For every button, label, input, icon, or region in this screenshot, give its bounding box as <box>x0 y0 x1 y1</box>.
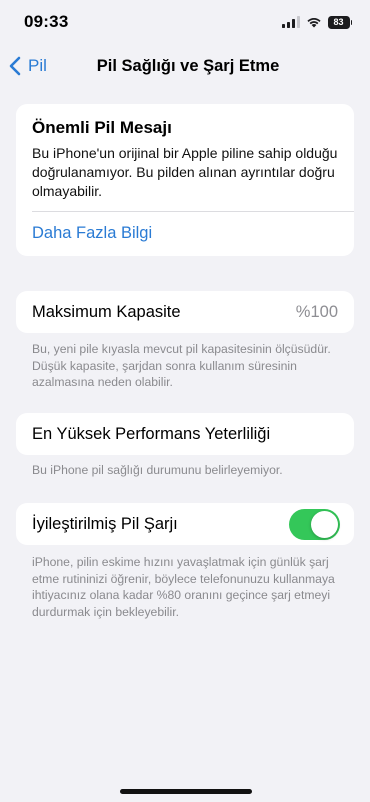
toggle-knob <box>311 510 338 538</box>
capacity-value: %100 <box>295 302 338 321</box>
optimized-charging-toggle[interactable] <box>289 508 340 540</box>
optimized-charging-footnote: iPhone, pilin eskime hızını yavaşlatmak … <box>32 555 335 619</box>
battery-message-card: Önemli Pil Mesajı Bu iPhone'un orijinal … <box>16 104 354 256</box>
wifi-icon <box>306 18 321 28</box>
maximum-capacity-row: Maksimum Kapasite %100 <box>16 291 354 333</box>
status-time: 09:33 <box>24 12 69 31</box>
optimized-charging-label: İyileştirilmiş Pil Şarjı <box>32 514 178 533</box>
performance-label: En Yüksek Performans Yeterliliği <box>32 424 271 443</box>
signal-icon <box>281 16 300 28</box>
message-body: Bu iPhone'un orijinal bir Apple piline s… <box>32 145 338 199</box>
chevron-left-icon <box>9 56 21 76</box>
page-title: Pil Sağlığı ve Şarj Etme <box>96 56 280 75</box>
battery-icon: 83 <box>327 15 352 29</box>
peak-performance-row: En Yüksek Performans Yeterliliği <box>16 413 354 455</box>
performance-footnote: Bu iPhone pil sağlığı durumunu belirleye… <box>32 463 283 477</box>
status-bar: 09:33 83 <box>0 0 370 44</box>
divider <box>32 211 354 212</box>
optimized-charging-row: İyileştirilmiş Pil Şarjı <box>16 503 354 545</box>
capacity-footnote: Bu, yeni pile kıyasla mevcut pil kapasit… <box>32 342 331 389</box>
home-indicator[interactable] <box>120 789 252 794</box>
back-label: Pil <box>28 56 47 75</box>
message-title: Önemli Pil Mesajı <box>32 118 172 137</box>
battery-level: 83 <box>327 15 350 29</box>
capacity-label: Maksimum Kapasite <box>32 302 181 321</box>
status-icons: 83 <box>281 15 352 29</box>
back-button[interactable]: Pil <box>8 56 47 76</box>
more-info-link[interactable]: Daha Fazla Bilgi <box>32 224 152 243</box>
navigation-bar: Pil Pil Sağlığı ve Şarj Etme <box>0 48 370 84</box>
battery-health-screen: 09:33 83 Pil Pil Sağlığı ve Şarj Etme Ön… <box>0 0 370 802</box>
